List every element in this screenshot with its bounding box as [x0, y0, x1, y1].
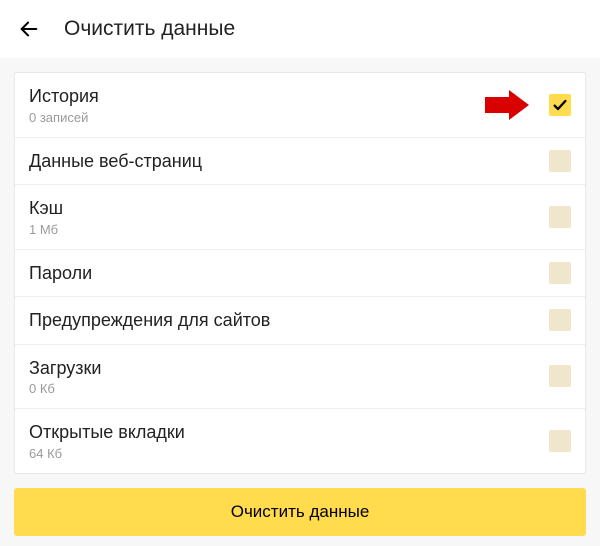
row-title: История	[29, 85, 549, 108]
row-text: Загрузки 0 Кб	[29, 357, 549, 397]
header: Очистить данные	[0, 0, 600, 58]
row-title: Открытые вкладки	[29, 421, 549, 444]
row-title: Кэш	[29, 197, 549, 220]
options-panel: История 0 записей Данные веб-страниц Кэш…	[14, 72, 586, 474]
checkbox-cache[interactable]	[549, 206, 571, 228]
back-icon[interactable]	[14, 14, 44, 44]
row-subtitle: 1 Мб	[29, 222, 549, 237]
row-history[interactable]: История 0 записей	[15, 73, 585, 138]
row-subtitle: 0 Кб	[29, 381, 549, 396]
checkbox-downloads[interactable]	[549, 365, 571, 387]
checkbox-open-tabs[interactable]	[549, 430, 571, 452]
checkbox-webpage-data[interactable]	[549, 150, 571, 172]
page-title: Очистить данные	[64, 17, 235, 41]
row-title: Предупреждения для сайтов	[29, 309, 549, 332]
row-text: Кэш 1 Мб	[29, 197, 549, 237]
checkbox-history[interactable]	[549, 94, 571, 116]
row-title: Данные веб-страниц	[29, 150, 549, 173]
row-text: Предупреждения для сайтов	[29, 309, 549, 332]
clear-data-button[interactable]: Очистить данные	[14, 488, 586, 536]
row-title: Загрузки	[29, 357, 549, 380]
row-text: Пароли	[29, 262, 549, 285]
row-text: История 0 записей	[29, 85, 549, 125]
row-webpage-data[interactable]: Данные веб-страниц	[15, 138, 585, 186]
row-subtitle: 64 Кб	[29, 446, 549, 461]
checkbox-site-warnings[interactable]	[549, 309, 571, 331]
row-title: Пароли	[29, 262, 549, 285]
row-cache[interactable]: Кэш 1 Мб	[15, 185, 585, 250]
checkbox-passwords[interactable]	[549, 262, 571, 284]
row-subtitle: 0 записей	[29, 110, 549, 125]
row-open-tabs[interactable]: Открытые вкладки 64 Кб	[15, 409, 585, 473]
row-text: Данные веб-страниц	[29, 150, 549, 173]
row-passwords[interactable]: Пароли	[15, 250, 585, 298]
row-site-warnings[interactable]: Предупреждения для сайтов	[15, 297, 585, 345]
row-text: Открытые вкладки 64 Кб	[29, 421, 549, 461]
row-downloads[interactable]: Загрузки 0 Кб	[15, 345, 585, 410]
